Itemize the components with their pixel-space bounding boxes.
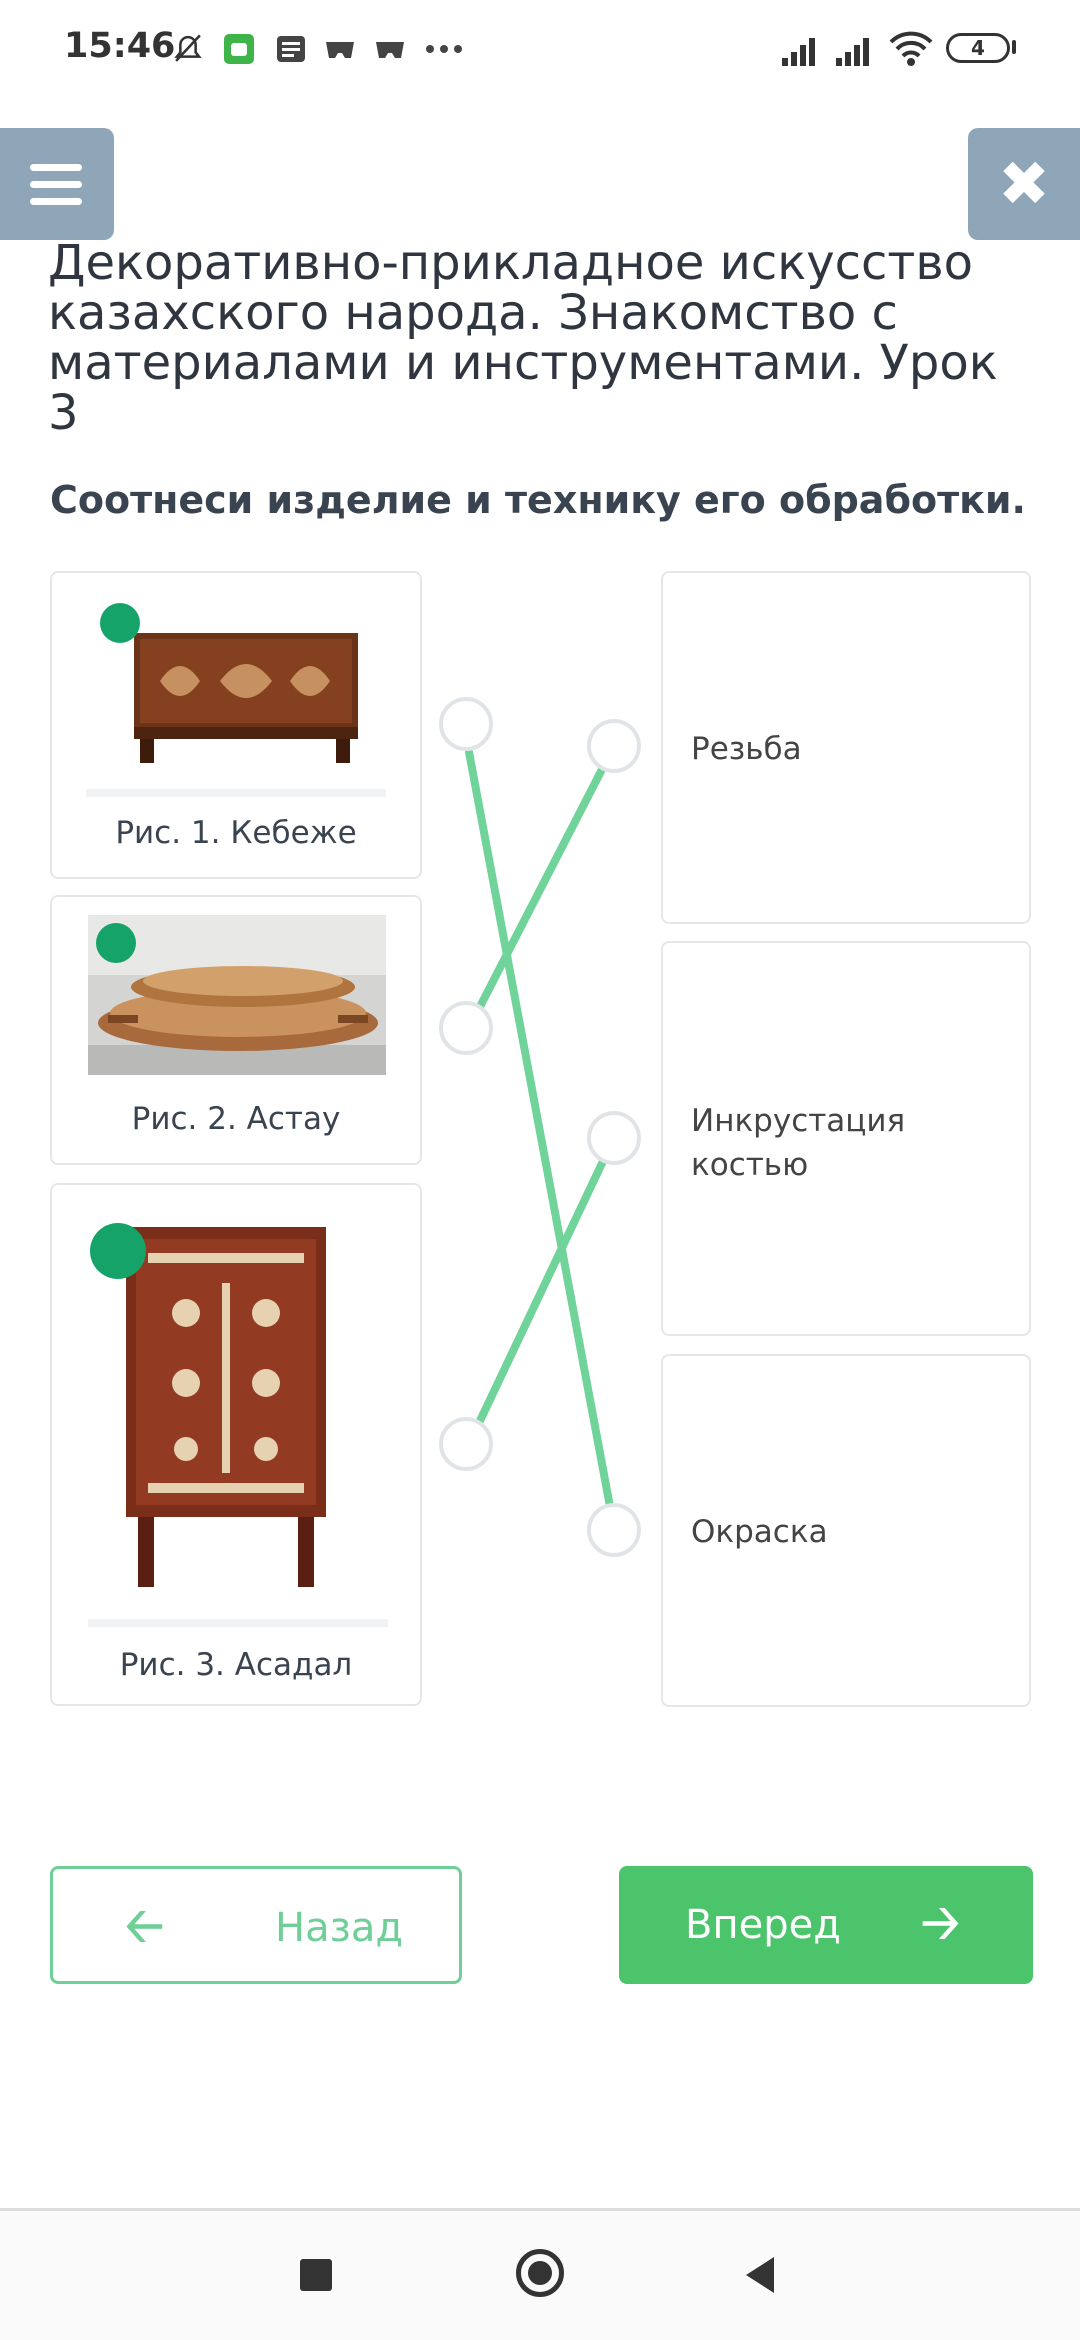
image-strip [88,1619,388,1627]
item-image-kebezhe [90,587,386,767]
item-image-astau [88,915,386,1075]
target-connector-dot[interactable] [587,719,641,773]
item-image-asadal [90,1213,386,1597]
next-button-label: Вперед [685,1902,841,1948]
arrow-right-icon: 🡢 [921,1895,960,1951]
item-card[interactable]: Рис. 2. Астау [50,895,422,1165]
logo-badge [100,603,140,643]
back-nav-icon[interactable] [742,2255,778,2295]
back-button[interactable]: 🡠 Назад [50,1866,462,1984]
arrow-left-icon: 🡠 [125,1898,164,1954]
target-card[interactable]: Окраска [661,1354,1031,1707]
item-connector-dot[interactable] [439,1001,493,1055]
home-icon[interactable] [516,2249,564,2297]
recents-icon[interactable] [300,2259,332,2291]
target-label: Окраска [691,1514,828,1550]
target-label: Инкрустация костью [691,1103,906,1183]
item-caption: Рис. 3. Асадал [119,1647,353,1683]
next-button[interactable]: Вперед 🡢 [619,1866,1033,1984]
logo-badge [90,1223,146,1279]
target-connector-dot[interactable] [587,1503,641,1557]
item-caption: Рис. 2. Астау [131,1101,341,1137]
back-button-label: Назад [275,1905,404,1951]
home-icon-dot [528,2261,552,2285]
target-connector-dot[interactable] [587,1111,641,1165]
target-card[interactable]: Инкрустация костью [661,941,1031,1336]
item-connector-dot[interactable] [439,1417,493,1471]
item-card[interactable]: Рис. 3. Асадал [50,1183,422,1706]
target-card[interactable]: Резьба [661,571,1031,924]
image-strip [86,789,386,797]
system-nav-bar [0,2211,1080,2340]
item-connector-dot[interactable] [439,697,493,751]
target-label: Резьба [691,731,802,767]
logo-badge [96,923,136,963]
item-caption: Рис. 1. Кебеже [115,815,357,851]
item-card[interactable]: Рис. 1. Кебеже [50,571,422,879]
